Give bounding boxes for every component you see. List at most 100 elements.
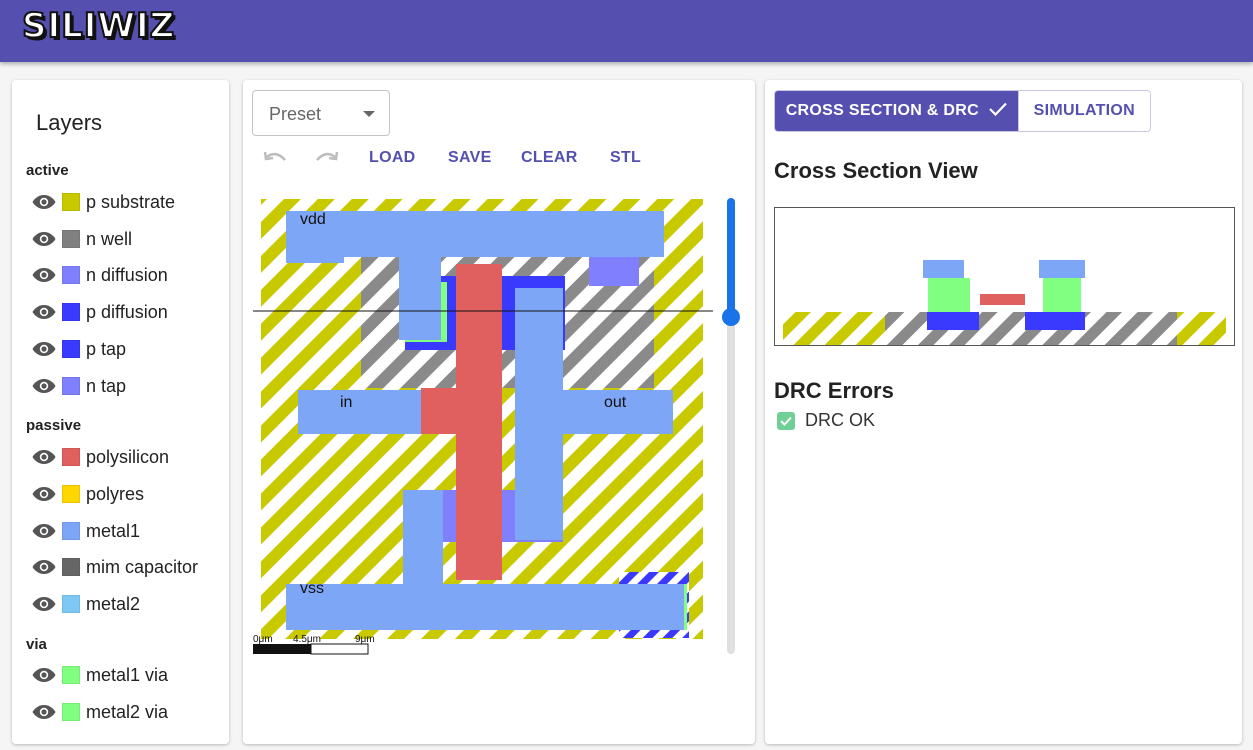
view-tabs: CROSS SECTION & DRC SIMULATION <box>774 90 1151 132</box>
xsec-p-diffusion-right <box>1025 312 1085 330</box>
app-logo: SILIWIZ <box>21 5 176 47</box>
eye-icon[interactable] <box>32 231 56 247</box>
layer-metal2-via[interactable]: metal2 via <box>32 697 222 727</box>
tab-simulation[interactable]: SIMULATION <box>1017 91 1150 131</box>
xsec-via-right <box>1043 278 1081 312</box>
layer-color-swatch <box>62 303 80 321</box>
metal1-out <box>515 390 673 434</box>
scale-tick-label: 4.5μm <box>293 634 321 645</box>
layer-mim-capacitor[interactable]: mim capacitor <box>32 552 222 582</box>
metal1-vss-rail <box>286 584 684 630</box>
stl-button[interactable]: STL <box>610 146 641 170</box>
layer-metal2[interactable]: metal2 <box>32 589 222 619</box>
eye-icon[interactable] <box>32 559 56 575</box>
polysilicon-in-link <box>421 388 461 434</box>
layer-label: mim capacitor <box>86 556 199 577</box>
label-vdd: vdd <box>300 211 326 228</box>
layer-label: n well <box>86 228 133 249</box>
eye-icon[interactable] <box>32 194 56 210</box>
layer-color-swatch <box>62 377 80 395</box>
tab-cross-section-drc[interactable]: CROSS SECTION & DRC <box>775 91 1018 131</box>
layer-metal1-via[interactable]: metal1 via <box>32 660 222 690</box>
layer-color-swatch <box>62 230 80 248</box>
layer-polysilicon[interactable]: polysilicon <box>32 442 222 472</box>
layer-color-swatch <box>62 266 80 284</box>
label-out: out <box>604 394 627 411</box>
eye-icon[interactable] <box>32 449 56 465</box>
layer-p-tap[interactable]: p tap <box>32 334 222 364</box>
layer-label: p substrate <box>86 191 176 212</box>
layer-label: n tap <box>86 375 127 396</box>
load-button[interactable]: LOAD <box>369 146 416 170</box>
layer-group-via: via <box>26 636 47 653</box>
eye-icon[interactable] <box>32 378 56 394</box>
layout-canvas[interactable]: vdd in out vss 0μm 4.5μm 9μm <box>253 196 723 658</box>
layers-panel: Layers active p substrate n well n diffu… <box>12 80 229 744</box>
layer-color-swatch <box>62 595 80 613</box>
layer-label: metal1 <box>86 520 141 541</box>
layer-color-swatch <box>62 340 80 358</box>
layer-color-swatch <box>62 666 80 684</box>
layer-label: metal1 via <box>86 664 169 685</box>
metal1-vss-drop <box>403 490 443 590</box>
layer-color-swatch <box>62 485 80 503</box>
right-panel: CROSS SECTION & DRC SIMULATION Cross Sec… <box>765 80 1242 744</box>
eye-icon[interactable] <box>32 523 56 539</box>
layer-p-diffusion[interactable]: p diffusion <box>32 297 222 327</box>
save-button[interactable]: SAVE <box>448 146 492 170</box>
eye-icon[interactable] <box>32 704 56 720</box>
scale-bar-black <box>253 644 311 654</box>
layer-n-tap[interactable]: n tap <box>32 371 222 401</box>
eye-icon[interactable] <box>32 486 56 502</box>
editor-panel: Preset LOAD SAVE CLEAR STL vdd in out vs… <box>243 80 755 744</box>
eye-icon[interactable] <box>32 341 56 357</box>
layer-color-swatch <box>62 703 80 721</box>
drc-errors-title: DRC Errors <box>774 378 894 403</box>
xsec-polysilicon <box>980 294 1025 305</box>
xsec-p-diffusion-left <box>927 312 979 330</box>
layer-polyres[interactable]: polyres <box>32 479 222 509</box>
preset-label: Preset <box>269 104 322 124</box>
layer-slider[interactable] <box>722 198 740 654</box>
layer-color-swatch <box>62 448 80 466</box>
cross-section-view <box>774 207 1235 346</box>
tab-label: CROSS SECTION & DRC <box>785 102 979 119</box>
n-tap-region <box>589 256 639 286</box>
drc-status-label: DRC OK <box>805 410 876 430</box>
preset-select[interactable]: Preset <box>252 90 390 136</box>
layer-label: polyres <box>86 483 145 504</box>
check-box-icon <box>777 411 795 430</box>
layer-n-diffusion[interactable]: n diffusion <box>32 260 222 290</box>
metal1-vdd-drop <box>399 252 441 340</box>
layer-p-substrate[interactable]: p substrate <box>32 187 222 217</box>
slider-thumb[interactable] <box>722 307 740 326</box>
eye-icon[interactable] <box>32 304 56 320</box>
redo-icon[interactable] <box>313 148 339 168</box>
undo-icon[interactable] <box>263 148 289 168</box>
layer-color-swatch <box>62 558 80 576</box>
eye-icon[interactable] <box>32 667 56 683</box>
label-vss: vss <box>300 580 324 597</box>
scale-tick-label: 0μm <box>253 634 273 645</box>
layout-svg: vdd in out vss 0μm 4.5μm 9μm <box>253 199 713 655</box>
layer-metal1[interactable]: metal1 <box>32 516 222 546</box>
layer-group-passive: passive <box>26 417 82 434</box>
layer-label: p diffusion <box>86 301 168 322</box>
layer-label: n diffusion <box>86 264 168 285</box>
xsec-metal1-left <box>923 260 964 278</box>
layer-label: metal2 <box>86 593 141 614</box>
layer-group-active: active <box>26 162 69 179</box>
eye-icon[interactable] <box>32 596 56 612</box>
layer-n-well[interactable]: n well <box>32 224 222 254</box>
clear-button[interactable]: CLEAR <box>521 146 578 170</box>
dropdown-arrow-icon <box>363 111 375 117</box>
label-in: in <box>340 394 352 411</box>
layer-color-swatch <box>62 193 80 211</box>
eye-icon[interactable] <box>32 267 56 283</box>
layer-label: polysilicon <box>86 446 170 467</box>
drc-status: DRC OK <box>777 410 875 431</box>
layer-color-swatch <box>62 522 80 540</box>
layer-label: metal2 via <box>86 701 169 722</box>
xsec-via-left <box>928 278 970 312</box>
scale-bar-white <box>310 643 369 655</box>
